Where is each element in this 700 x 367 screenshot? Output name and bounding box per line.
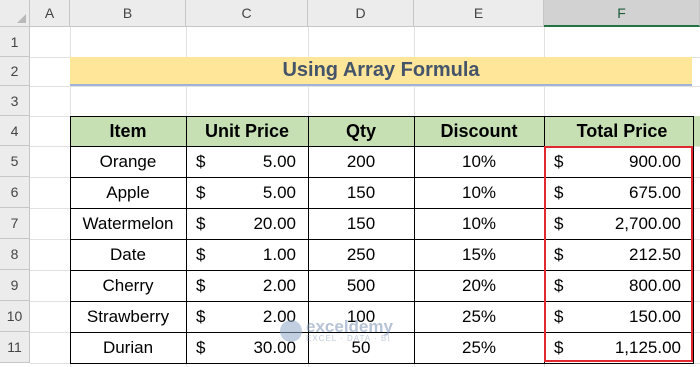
unit-price-value: 20.00 [253,213,296,233]
currency-symbol: $ [196,337,206,357]
row-header-7[interactable]: 7 [0,208,30,239]
unit-price-value: 5.00 [262,151,296,171]
cell-qty[interactable]: 100 [308,301,414,332]
currency-symbol: $ [196,213,206,233]
cell-discount[interactable]: 25% [414,301,544,332]
cell-discount[interactable]: 10% [414,177,544,208]
column-header-c[interactable]: C [186,0,308,27]
row-header-6[interactable]: 6 [0,177,30,208]
cell-qty[interactable]: 150 [308,208,414,239]
cell-qty[interactable]: 50 [308,332,414,363]
cell-unit-price[interactable]: $1.00 [186,239,308,270]
unit-price-value: 5.00 [262,182,296,202]
spreadsheet-grid[interactable]: A B C D E F 1 2 3 4 5 6 7 8 9 10 11 Using Array Formula It… [0,0,700,367]
cell-qty[interactable]: 150 [308,177,414,208]
table-border-vertical [693,116,694,364]
cell-item[interactable]: Watermelon [70,208,186,239]
cell-discount[interactable]: 10% [414,208,544,239]
cell-unit-price[interactable]: $2.00 [186,301,308,332]
cell-unit-price[interactable]: $20.00 [186,208,308,239]
column-header-b[interactable]: B [70,0,186,27]
currency-symbol: $ [196,151,206,171]
row-header-5[interactable]: 5 [0,146,30,177]
row-header-8[interactable]: 8 [0,239,30,270]
cell-unit-price[interactable]: $5.00 [186,177,308,208]
cell-unit-price[interactable]: $5.00 [186,146,308,177]
table-border-horizontal [70,116,694,117]
table-header-item[interactable]: Item [70,116,186,146]
row-header-2[interactable]: 2 [0,57,30,86]
select-all-corner[interactable] [0,0,30,27]
cell-qty[interactable]: 250 [308,239,414,270]
table-header-unit-price[interactable]: Unit Price [186,116,308,146]
cell-item[interactable]: Apple [70,177,186,208]
cell-qty[interactable]: 200 [308,146,414,177]
table-border-vertical [414,116,415,364]
cell-discount[interactable]: 15% [414,239,544,270]
total-price-highlight-box [544,146,693,362]
column-header-f[interactable]: F [544,0,700,27]
row-header-1[interactable]: 1 [0,27,30,57]
cell-item[interactable]: Orange [70,146,186,177]
table-border-vertical [70,116,71,364]
row-header-10[interactable]: 10 [0,301,30,332]
cell-unit-price[interactable]: $30.00 [186,332,308,363]
cell-unit-price[interactable]: $2.00 [186,270,308,301]
table-header-discount[interactable]: Discount [414,116,544,146]
unit-price-value: 2.00 [262,306,296,326]
gridline-horizontal [30,86,700,87]
cell-item[interactable]: Date [70,239,186,270]
currency-symbol: $ [196,182,206,202]
row-header-3[interactable]: 3 [0,86,30,116]
currency-symbol: $ [196,306,206,326]
column-header-e[interactable]: E [414,0,544,27]
currency-symbol: $ [196,275,206,295]
cell-discount[interactable]: 10% [414,146,544,177]
row-header-9[interactable]: 9 [0,270,30,301]
table-border-vertical [308,116,309,364]
row-header-11[interactable]: 11 [0,332,30,363]
cell-discount[interactable]: 20% [414,270,544,301]
table-header-qty[interactable]: Qty [308,116,414,146]
cell-item[interactable]: Strawberry [70,301,186,332]
cell-discount[interactable]: 25% [414,332,544,363]
table-border-vertical [186,116,187,364]
row-header-4[interactable]: 4 [0,116,30,146]
unit-price-value: 2.00 [262,275,296,295]
table-header-total-price[interactable]: Total Price [544,116,700,146]
sheet-title[interactable]: Using Array Formula [70,57,692,86]
currency-symbol: $ [196,244,206,264]
table-border-horizontal [70,363,694,364]
column-header-a[interactable]: A [30,0,70,27]
cell-item[interactable]: Cherry [70,270,186,301]
cell-qty[interactable]: 500 [308,270,414,301]
column-header-d[interactable]: D [308,0,414,27]
cell-item[interactable]: Durian [70,332,186,363]
unit-price-value: 30.00 [253,337,296,357]
select-all-triangle-icon [17,14,26,23]
unit-price-value: 1.00 [262,244,296,264]
